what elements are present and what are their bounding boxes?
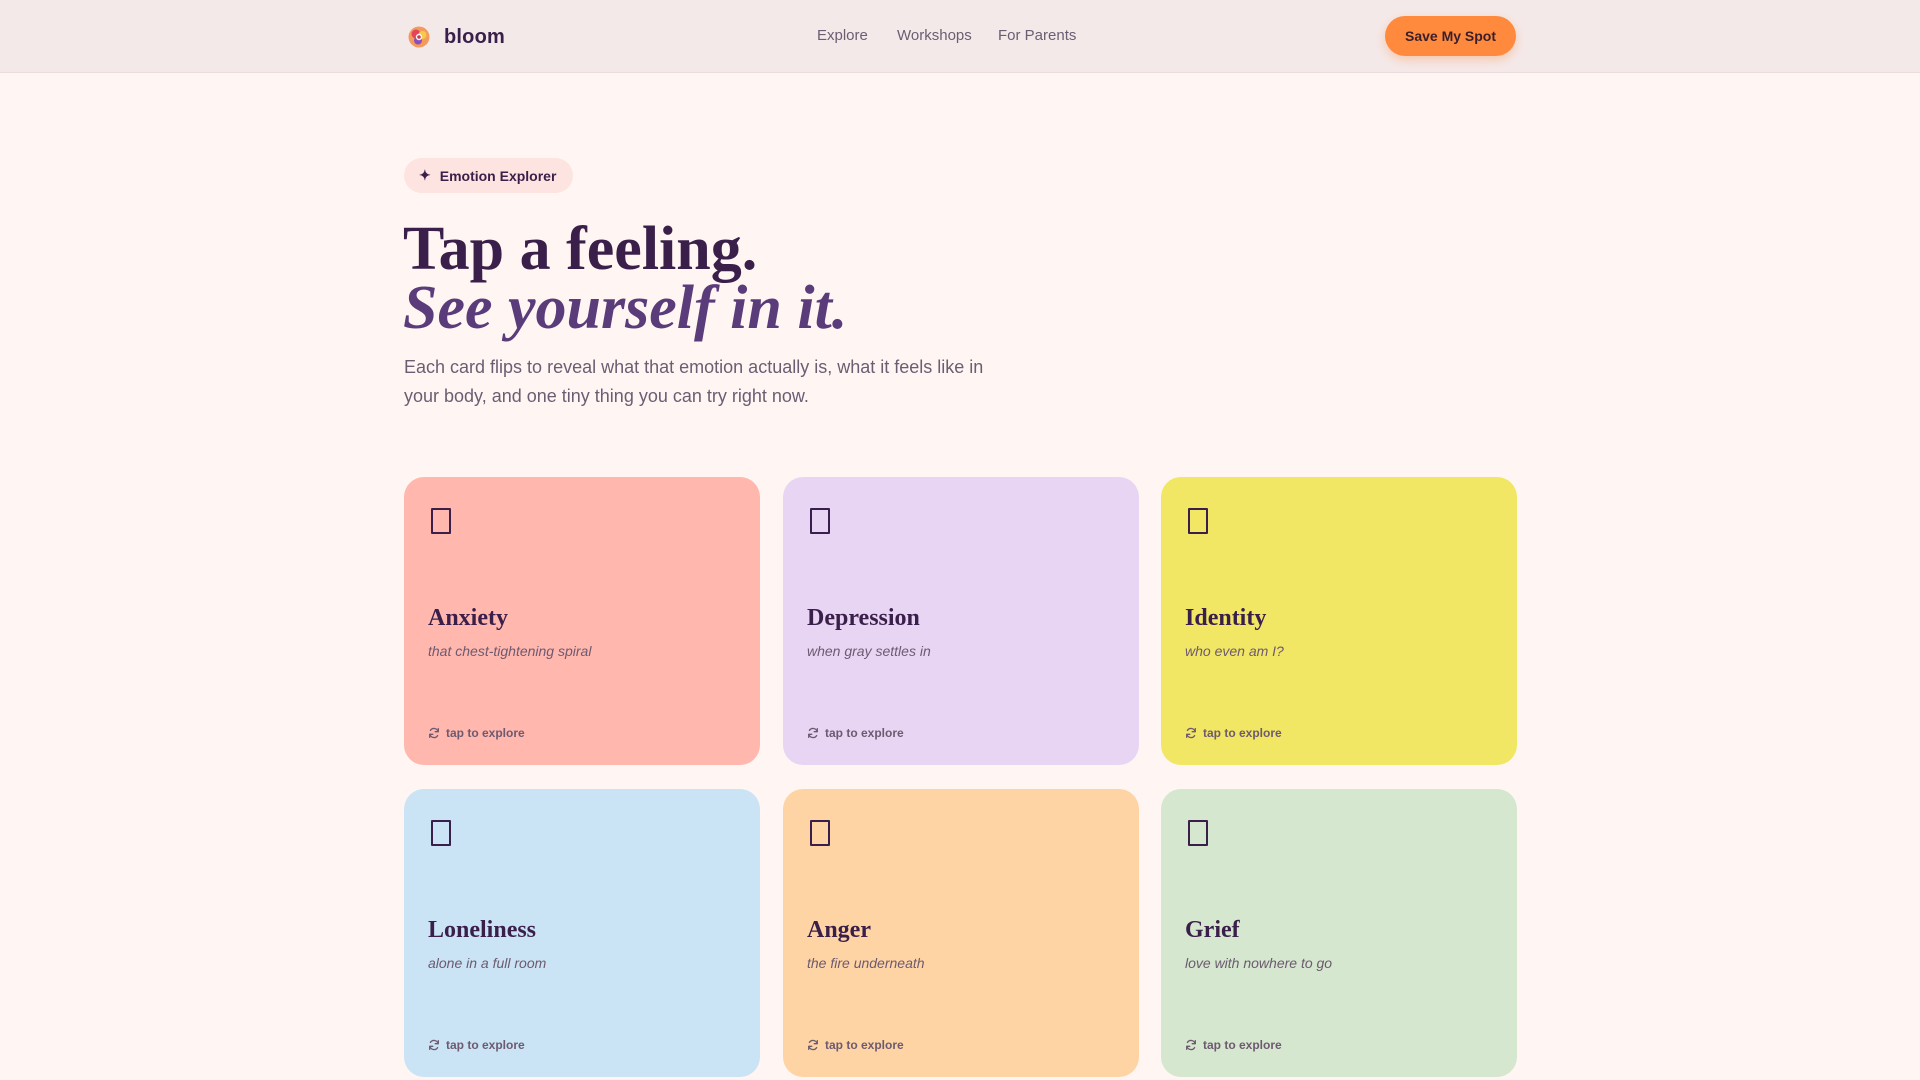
save-my-spot-button[interactable]: Save My Spot: [1385, 16, 1516, 56]
emotion-explorer-badge: ✦ Emotion Explorer: [404, 158, 573, 193]
card-subtitle: the fire underneath: [807, 955, 925, 971]
card-title: Identity: [1185, 605, 1267, 631]
card-subtitle: that chest-tightening spiral: [428, 643, 592, 659]
emotion-card-anger[interactable]: Anger the fire underneath tap to explore: [783, 789, 1139, 1077]
card-flip-hint: tap to explore: [428, 726, 525, 740]
emotion-card-identity[interactable]: Identity who even am I? tap to explore: [1161, 477, 1517, 765]
card-hint-label: tap to explore: [446, 1038, 525, 1052]
emoji-placeholder-icon: [1188, 508, 1208, 534]
hero-description: Each card flips to reveal what that emot…: [404, 357, 984, 406]
card-subtitle: alone in a full room: [428, 955, 547, 971]
card-title: Grief: [1185, 917, 1240, 943]
emoji-placeholder-icon: [431, 820, 451, 846]
card-flip-hint: tap to explore: [1185, 726, 1282, 740]
emoji-placeholder-icon: [1188, 820, 1208, 846]
nav-link-workshops[interactable]: Workshops: [897, 27, 972, 44]
card-title: Depression: [807, 605, 920, 631]
card-flip-hint: tap to explore: [1185, 1038, 1282, 1052]
card-title: Anxiety: [428, 605, 508, 631]
card-title: Loneliness: [428, 917, 537, 943]
card-hint-label: tap to explore: [1203, 1038, 1282, 1052]
card-hint-label: tap to explore: [825, 726, 904, 740]
emotion-card-loneliness[interactable]: Loneliness alone in a full room tap to e…: [404, 789, 760, 1077]
refresh-icon: [1186, 727, 1196, 739]
refresh-icon: [429, 727, 439, 739]
emotion-card-grief[interactable]: Grief love with nowhere to go tap to exp…: [1161, 789, 1517, 1077]
card-flip-hint: tap to explore: [807, 1038, 904, 1052]
main-nav: Explore Workshops For Parents: [0, 27, 1920, 47]
top-nav-bar: bloom Explore Workshops For Parents Save…: [0, 0, 1920, 73]
emotion-card-anxiety[interactable]: Anxiety that chest-tightening spiral tap…: [404, 477, 760, 765]
refresh-icon: [808, 727, 818, 739]
refresh-icon: [429, 1039, 439, 1051]
card-subtitle: who even am I?: [1185, 643, 1284, 659]
hero-title-line-2: See yourself in it.: [403, 274, 848, 342]
emoji-placeholder-icon: [431, 508, 451, 534]
refresh-icon: [1186, 1039, 1196, 1051]
refresh-icon: [808, 1039, 818, 1051]
card-subtitle: love with nowhere to go: [1185, 955, 1333, 971]
badge-label: Emotion Explorer: [439, 167, 557, 184]
emoji-placeholder-icon: [810, 508, 830, 534]
card-subtitle: when gray settles in: [807, 643, 931, 659]
nav-link-explore[interactable]: Explore: [817, 27, 868, 44]
card-hint-label: tap to explore: [1203, 726, 1282, 740]
card-flip-hint: tap to explore: [428, 1038, 525, 1052]
nav-link-for-parents[interactable]: For Parents: [998, 27, 1076, 44]
emotion-card-depression[interactable]: Depression when gray settles in tap to e…: [783, 477, 1139, 765]
card-hint-label: tap to explore: [446, 726, 525, 740]
card-flip-hint: tap to explore: [807, 726, 904, 740]
emoji-placeholder-icon: [810, 820, 830, 846]
card-title: Anger: [807, 917, 871, 943]
sparkle-icon: ✦: [419, 167, 431, 183]
card-hint-label: tap to explore: [825, 1038, 904, 1052]
